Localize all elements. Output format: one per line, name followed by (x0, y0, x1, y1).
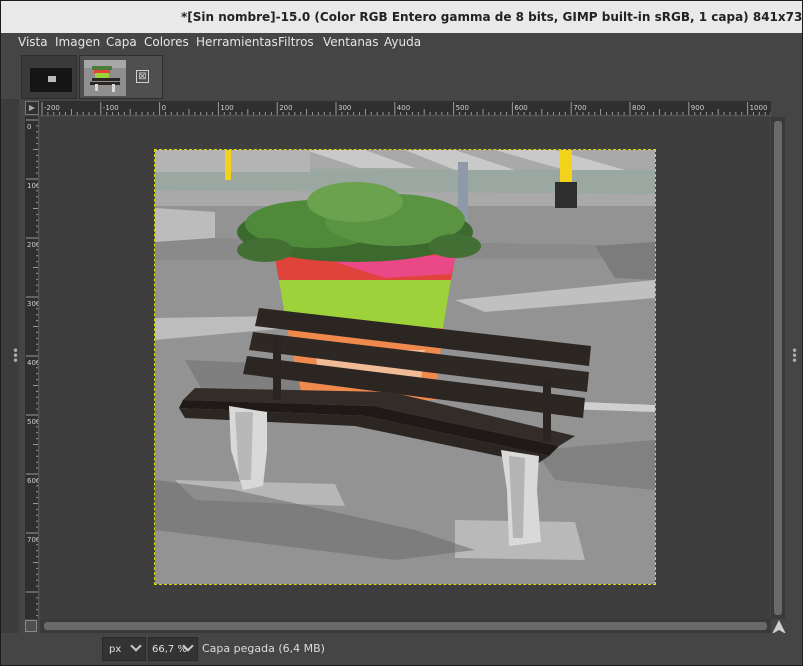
vertical-scrollbar[interactable] (771, 117, 785, 619)
image-layer[interactable] (154, 149, 656, 585)
status-bar: px 66,7 % Capa pegada (6,4 MB) (1, 633, 802, 665)
ruler-label: 400 (397, 104, 410, 112)
chevron-down-icon (130, 640, 142, 652)
horizontal-scroll-thumb[interactable] (44, 622, 767, 630)
ruler-label: 100 (27, 182, 39, 190)
horizontal-ruler: -200 -100 0 100 200 300 400 500 600 700 800 900 1000 (39, 101, 771, 116)
ruler-label: 200 (279, 104, 292, 112)
ruler-label: -100 (103, 104, 119, 112)
ruler-label: 0 (162, 104, 166, 112)
photo-bench-planter (155, 150, 655, 584)
quick-mask-toggle-icon[interactable] (25, 620, 37, 632)
gimp-window: *[Sin nombre]-15.0 (Color RGB Entero gam… (0, 0, 803, 666)
vertical-ruler-ticks: 0 100 200 300 400 500 600 700 (26, 119, 39, 617)
image-tab-2[interactable]: ⊠ (79, 55, 163, 99)
ruler-label: 300 (27, 300, 39, 308)
menu-ventanas[interactable]: Ventanas (323, 35, 379, 49)
vertical-ruler: 0 100 200 300 400 500 600 700 (25, 116, 39, 619)
ruler-label: 500 (27, 418, 39, 426)
canvas-area[interactable] (40, 117, 770, 619)
ruler-label: 1000 (750, 104, 768, 112)
zoom-select[interactable]: 66,7 % (148, 637, 198, 661)
ruler-label: 300 (338, 104, 351, 112)
image-tab-bar: ⊠ (1, 53, 802, 99)
close-tab-icon[interactable]: ⊠ (136, 70, 149, 83)
ruler-label: 0 (27, 123, 31, 131)
menu-herramientas[interactable]: Herramientas (196, 35, 278, 49)
ruler-label: -200 (44, 104, 60, 112)
image-tab-1[interactable] (21, 55, 77, 99)
units-select[interactable]: px (102, 637, 146, 661)
menu-bar: Vista Imagen Capa Colores Herramientas F… (1, 33, 802, 53)
ruler-label: 800 (632, 104, 645, 112)
units-value: px (109, 644, 122, 655)
title-bar[interactable]: *[Sin nombre]-15.0 (Color RGB Entero gam… (1, 1, 803, 33)
menu-vista[interactable]: Vista (18, 35, 48, 49)
menu-imagen[interactable]: Imagen (55, 35, 100, 49)
ruler-label: 600 (27, 477, 39, 485)
menu-filtros[interactable]: Filtros (278, 35, 314, 49)
menu-colores[interactable]: Colores (144, 35, 189, 49)
ruler-corner-menu-icon[interactable] (25, 101, 39, 115)
image-thumbnail (84, 60, 126, 96)
ruler-label: 400 (27, 359, 39, 367)
ruler-label: 900 (691, 104, 704, 112)
ruler-label: 100 (220, 104, 233, 112)
left-dock-handle-icon[interactable]: • • • (12, 345, 19, 367)
status-message: Capa pegada (6,4 MB) (202, 642, 325, 655)
ruler-label: 700 (27, 536, 39, 544)
ruler-label: 700 (573, 104, 586, 112)
menu-capa[interactable]: Capa (106, 35, 137, 49)
vertical-scroll-thumb[interactable] (774, 121, 782, 615)
ruler-label: 200 (27, 241, 39, 249)
horizontal-scrollbar[interactable] (40, 619, 771, 633)
window-title: *[Sin nombre]-15.0 (Color RGB Entero gam… (181, 10, 803, 24)
ruler-label: 600 (514, 104, 527, 112)
image-thumbnail (30, 68, 72, 92)
right-dock-handle-icon[interactable]: • • • (791, 345, 798, 367)
ruler-label: 500 (456, 104, 469, 112)
horizontal-ruler-ticks: -200 -100 0 100 200 300 400 500 600 700 800 900 1000 (41, 102, 771, 115)
menu-ayuda[interactable]: Ayuda (384, 35, 421, 49)
